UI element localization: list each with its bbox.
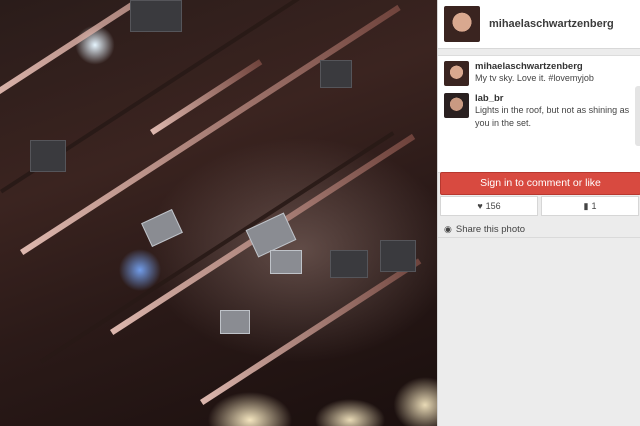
comment-icon: ▮	[583, 200, 589, 211]
comment-text: Lights in the roof, but not as shining a…	[475, 105, 630, 128]
comment-count: 1	[591, 201, 597, 211]
sidebar: mihaelaschwartzenberg mihaelaschwartzenb…	[437, 0, 640, 426]
comment-text: My tv sky. Love it. #lovemyjob	[475, 73, 594, 83]
stage-light	[380, 240, 416, 272]
avatar[interactable]	[444, 61, 469, 86]
owner-username[interactable]: mihaelaschwartzenberg	[489, 18, 614, 30]
lighting-beam	[40, 131, 395, 364]
comment-button[interactable]: ▮ 1	[541, 196, 639, 216]
photo[interactable]	[0, 0, 437, 426]
owner-avatar[interactable]	[444, 6, 480, 42]
stage-light	[320, 60, 352, 88]
stage-light	[330, 250, 368, 278]
comment-username[interactable]: lab_br	[475, 93, 635, 104]
comment-item: lab_br Lights in the roof, but not as sh…	[438, 90, 640, 134]
signin-button[interactable]: Sign in to comment or like	[440, 172, 640, 195]
like-button[interactable]: ♥ 156	[440, 196, 538, 216]
globe-icon: ◉	[444, 223, 452, 234]
stats-bar: ♥ 156 ▮ 1	[440, 196, 639, 216]
scrollbar[interactable]	[635, 86, 640, 146]
owner-header: mihaelaschwartzenberg	[438, 0, 640, 49]
stage-light	[130, 0, 182, 32]
comment-username[interactable]: mihaelaschwartzenberg	[475, 61, 594, 72]
comment-item: mihaelaschwartzenberg My tv sky. Love it…	[438, 58, 640, 90]
lighting-beam	[150, 59, 263, 136]
stage-light	[220, 310, 250, 334]
like-count: 156	[485, 201, 501, 211]
stage-light	[270, 250, 302, 274]
avatar[interactable]	[444, 93, 469, 118]
share-label: Share this photo	[455, 223, 526, 235]
stage-light	[30, 140, 66, 172]
comments-list: mihaelaschwartzenberg My tv sky. Love it…	[438, 55, 640, 173]
stage-light	[141, 209, 183, 247]
heart-icon: ♥	[477, 201, 483, 211]
share-link[interactable]: ◉ Share this photo	[438, 221, 640, 238]
